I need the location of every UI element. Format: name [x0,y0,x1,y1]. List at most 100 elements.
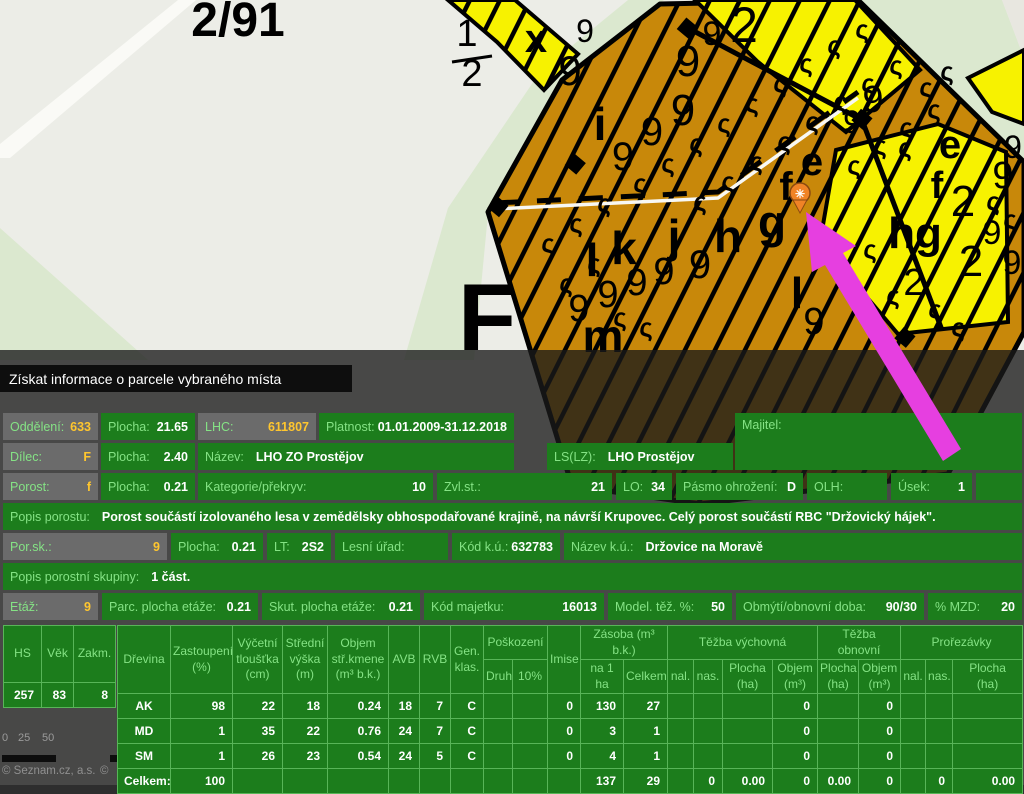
stand-cell [901,694,926,719]
field-value: 0.21 [389,600,413,614]
map-hook-symbol: ς [721,166,735,196]
stand-cell: 18 [389,694,420,719]
field-label: Název: [205,450,244,464]
field-value: 1 část. [151,570,190,584]
stand-cell: 3 [581,719,624,744]
stand-cell: 7 [420,694,451,719]
stand-cell: 29 [624,769,668,794]
field-label: Parc. plocha etáže: [109,600,216,614]
stand-cell: 0 [773,744,818,769]
stand-cell [668,744,694,769]
stand-cell: 0.00 [723,769,773,794]
field-lt: LT: 2S2 [267,533,331,560]
stand-subheader: Celkem [624,660,668,694]
stand-subheader: Plocha (ha) [953,660,1023,694]
stand-cell: AK [118,694,171,719]
scale-segment [2,755,56,762]
stand-cell [513,744,548,769]
field-kod-majetku: Kód majetku: 16013 [424,593,604,620]
field-value: 10 [412,480,426,494]
stand-header: Zásoba (m³ b.k.) [581,626,668,660]
table-row: Celkem:1001372900.0000.00000.00 [118,769,1023,794]
map-parcel-label: 9 [1003,244,1022,282]
stand-subheader: nal. [901,660,926,694]
stand-cell: 0 [859,719,901,744]
stand-cell: MD [118,719,171,744]
map-parcel-label: 9 [626,262,647,304]
stand-subheader: nal. [668,660,694,694]
stand-cell [694,719,723,744]
field-value: f [87,480,91,494]
map-parcel-label: 9 [703,15,722,53]
field-label: Popis porostu: [10,510,90,524]
stand-cell [953,694,1023,719]
stand-cell: 0 [773,769,818,794]
stand-cell [926,744,953,769]
map-hook-symbol: ς [928,294,942,324]
field-kategorie: Kategorie/překryv: 10 [198,473,433,500]
table-row: SM126230.54245C04100 [118,744,1023,769]
field-label: Kategorie/překryv: [205,480,306,494]
field-model-tez: Model. těž. %: 50 [608,593,732,620]
stand-cell: 0.00 [953,769,1023,794]
stand-cell: 1 [624,744,668,769]
field-majitel: Majitel: [735,413,1022,470]
map-parcel-label: 2 [959,237,983,286]
stand-cell [926,719,953,744]
map-hook-symbol: ς [749,146,763,176]
field-label: Model. těž. %: [615,600,694,614]
stand-cell: 0.54 [328,744,389,769]
field-value: Držovice na Moravě [646,540,763,554]
map-attribution-mark: © [100,765,108,777]
map-parcel-label: 2 [461,53,482,95]
stand-cell: 26 [233,744,283,769]
field-pasmo-ohrozeni: Pásmo ohrožení: D [676,473,803,500]
stand-cell [723,744,773,769]
field-label: Kód k.ú.: [459,540,508,554]
stand-cell: SM [118,744,171,769]
stand-cell [668,769,694,794]
stand-cell [484,694,513,719]
field-value: D [787,480,796,494]
stand-cell [548,769,581,794]
map-hook-symbol: ς [886,280,900,310]
stand-cell: 0.00 [818,769,859,794]
stand-cell: 0 [548,744,581,769]
forestry-map-app: ςςςςςςςςςςςςςςςςςςςςςςςςςςςςςςςςςςςςςς 2… [0,0,1024,785]
field-label: Popis porostní skupiny: [10,570,139,584]
map-parcel-label: 2/91 [191,0,284,47]
stand-cell: C [451,719,484,744]
field-value: 9 [153,540,160,554]
field-plocha-oddeleni: Plocha: 21.65 [101,413,195,440]
stand-header: Zakm. [74,626,116,683]
stand-cell [668,694,694,719]
field-value: 9 [84,600,91,614]
field-value: 34 [651,480,665,494]
field-value: 2.40 [164,450,188,464]
field-value: 01.01.2009-31.12.2018 [378,420,507,434]
field-value: 632783 [511,540,553,554]
map-hook-symbol: ς [777,126,791,156]
stand-cell: 0.24 [328,694,389,719]
field-value: 90/30 [886,600,917,614]
stand-cell [818,744,859,769]
map-parcel-label: g [758,196,786,248]
map-parcel-label: 2 [730,0,758,53]
map-parcel-label: l [791,269,803,318]
field-mzd: % MZD: 20 [928,593,1022,620]
stand-subheader: na 1 ha [581,660,624,694]
stand-cell [723,694,773,719]
field-lhc: LHC: 611807 [198,413,316,440]
stand-cell: 8 [74,683,116,708]
field-parc-plocha-etaze: Parc. plocha etáže: 0.21 [102,593,258,620]
map-parcel-label: 9 [612,135,634,179]
map-hook-symbol: ς [847,150,861,180]
stand-header: Těžba výchovná [668,626,818,660]
stand-cell: 1 [171,719,233,744]
field-value: F [83,450,91,464]
stand-cell: 0 [859,769,901,794]
stand-cell [513,769,548,794]
map-parcel-label: 9 [676,37,700,86]
map-parcel-label: hg [888,209,942,258]
map-parcel-label: 9 [843,104,861,140]
